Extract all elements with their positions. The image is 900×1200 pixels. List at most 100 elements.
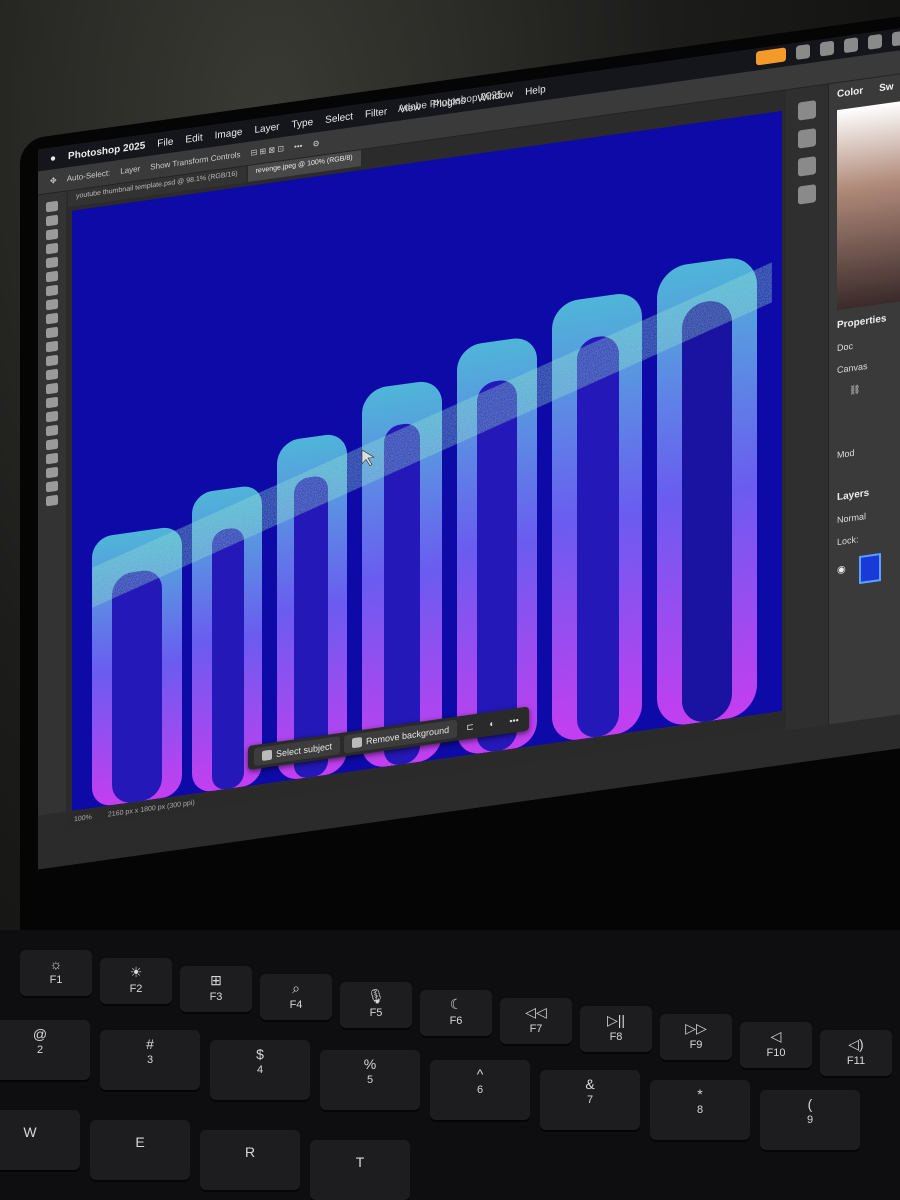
opera-icon[interactable] bbox=[532, 841, 560, 870]
settings-gear-icon[interactable]: ⚙ bbox=[312, 139, 319, 149]
key-num-7[interactable]: & 7 bbox=[540, 1070, 640, 1130]
menu-select[interactable]: Select bbox=[325, 111, 353, 126]
key-fn-6-top: ☾ bbox=[449, 996, 463, 1012]
adjustments-icon[interactable] bbox=[798, 184, 816, 205]
system-settings-icon[interactable] bbox=[396, 860, 424, 870]
files-icon[interactable] bbox=[777, 806, 805, 839]
shape-tool-icon[interactable] bbox=[46, 452, 58, 465]
key-t[interactable]: T bbox=[310, 1140, 410, 1200]
comments-icon[interactable] bbox=[798, 128, 816, 149]
key-fn-2-label: F2 bbox=[129, 983, 143, 995]
more-options-icon[interactable]: ••• bbox=[294, 141, 302, 151]
path-select-icon[interactable] bbox=[46, 438, 58, 451]
apple-icon[interactable]: ● bbox=[50, 152, 56, 164]
zoom-tool-icon[interactable] bbox=[46, 480, 58, 493]
key-num-2[interactable]: @2 bbox=[0, 1020, 90, 1080]
align-icons[interactable]: ⊟ ⊞ ⊠ ⊡ bbox=[251, 144, 284, 158]
brushes-icon[interactable] bbox=[798, 156, 816, 177]
history-brush-icon[interactable] bbox=[46, 340, 58, 353]
app-store-icon[interactable] bbox=[362, 864, 390, 870]
key-fn-2[interactable]: ☀ F2 bbox=[100, 958, 172, 1004]
tab-swatches[interactable]: Sw bbox=[871, 74, 900, 101]
logic-icon[interactable] bbox=[743, 811, 771, 844]
key-num-5-label: 5 bbox=[366, 1074, 374, 1086]
key-num-6[interactable]: ^ 6 bbox=[430, 1060, 530, 1120]
more-options-button[interactable]: ••• bbox=[505, 710, 523, 731]
menu-type[interactable]: Type bbox=[291, 116, 313, 130]
eraser-tool-icon[interactable] bbox=[46, 354, 58, 367]
history-icon[interactable] bbox=[798, 100, 816, 121]
key-num-2-label: 2 bbox=[36, 1044, 44, 1056]
trash-icon[interactable] bbox=[811, 801, 839, 834]
key-w[interactable]: W bbox=[0, 1110, 80, 1170]
pen-tool-icon[interactable] bbox=[46, 410, 58, 423]
key-fn-7[interactable]: ◁◁ F7 bbox=[500, 998, 572, 1044]
focus-moon-icon[interactable] bbox=[844, 37, 858, 54]
key-num-5[interactable]: % 5 bbox=[320, 1050, 420, 1110]
keyboard: ☼ F1 ☀ F2 ⊞ F3 ⌕ F4 🎙 F5 ☾ F6 ◁◁ F7 ▷|| F8 ▷▷ F9 ◁ F10 ◁) F11… bbox=[0, 930, 900, 1200]
eyedropper-tool-icon[interactable] bbox=[46, 284, 58, 297]
bluetooth-icon[interactable] bbox=[820, 40, 834, 57]
zoom-level[interactable]: 100% bbox=[74, 813, 92, 823]
obs-icon[interactable] bbox=[498, 845, 526, 870]
key-fn-1[interactable]: ☼ F1 bbox=[20, 950, 92, 996]
adjustment-icon[interactable]: ◐ bbox=[483, 713, 501, 734]
key-fn-10[interactable]: ◁ F10 bbox=[740, 1022, 812, 1068]
layer-dropdown[interactable]: Layer bbox=[120, 164, 140, 176]
screen-record-icon[interactable] bbox=[796, 43, 810, 60]
quick-select-tool-icon[interactable] bbox=[46, 242, 58, 255]
battery-icon[interactable] bbox=[868, 33, 882, 50]
color-swatches-icon[interactable] bbox=[46, 494, 58, 507]
gradient-tool-icon[interactable] bbox=[46, 368, 58, 381]
fl-studio-icon[interactable] bbox=[600, 831, 628, 864]
menu-edit[interactable]: Edit bbox=[185, 132, 202, 145]
key-num-4[interactable]: $4 bbox=[210, 1040, 310, 1100]
key-fn-11-top: ◁) bbox=[848, 1036, 864, 1052]
spotify-icon[interactable] bbox=[430, 855, 458, 870]
key-fn-9[interactable]: ▷▷ F9 bbox=[660, 1014, 732, 1060]
menu-image[interactable]: Image bbox=[215, 126, 243, 141]
key-fn-4[interactable]: ⌕ F4 bbox=[260, 974, 332, 1020]
key-fn-8[interactable]: ▷|| F8 bbox=[580, 1006, 652, 1052]
creative-cloud-icon[interactable] bbox=[464, 850, 492, 870]
hand-tool-icon[interactable] bbox=[46, 466, 58, 479]
move-tool-icon[interactable] bbox=[46, 200, 58, 213]
photoshop-icon[interactable]: Ps bbox=[634, 826, 662, 859]
microphone-icon[interactable] bbox=[756, 47, 786, 66]
marquee-tool-icon[interactable] bbox=[46, 214, 58, 227]
color-picker-field[interactable] bbox=[837, 100, 900, 311]
crop-icon[interactable]: ⊏ bbox=[461, 716, 479, 737]
move-tool-icon[interactable]: ✥ bbox=[50, 176, 57, 186]
dodge-tool-icon[interactable] bbox=[46, 396, 58, 409]
key-num-3[interactable]: #3 bbox=[100, 1030, 200, 1090]
menu-filter[interactable]: Filter bbox=[365, 106, 387, 120]
menu-file[interactable]: File bbox=[157, 136, 173, 149]
wifi-icon[interactable] bbox=[892, 30, 900, 47]
discord-icon[interactable] bbox=[566, 836, 594, 869]
type-tool-icon[interactable] bbox=[46, 424, 58, 437]
eye-icon[interactable]: ◉ bbox=[837, 564, 846, 576]
menu-layer[interactable]: Layer bbox=[254, 121, 279, 136]
music-icon[interactable] bbox=[709, 816, 737, 849]
key-fn-5[interactable]: 🎙 F5 bbox=[340, 982, 412, 1028]
key-num-8[interactable]: * 8 bbox=[650, 1080, 750, 1140]
brush-tool-icon[interactable] bbox=[46, 312, 58, 325]
davinci-resolve-icon[interactable] bbox=[668, 821, 696, 854]
healing-tool-icon[interactable] bbox=[46, 298, 58, 311]
lasso-tool-icon[interactable] bbox=[46, 228, 58, 241]
frame-tool-icon[interactable] bbox=[46, 270, 58, 283]
key-fn-11[interactable]: ◁) F11 bbox=[820, 1030, 892, 1076]
document-canvas[interactable] bbox=[72, 110, 782, 811]
key-fn-4-top: ⌕ bbox=[292, 980, 300, 996]
key-fn-3[interactable]: ⊞ F3 bbox=[180, 966, 252, 1012]
blur-tool-icon[interactable] bbox=[46, 382, 58, 395]
key-fn-6[interactable]: ☾ F6 bbox=[420, 990, 492, 1036]
auto-select-checkbox[interactable]: Auto-Select: bbox=[67, 168, 111, 183]
tab-color[interactable]: Color bbox=[829, 78, 871, 107]
crop-tool-icon[interactable] bbox=[46, 256, 58, 269]
key-r[interactable]: R bbox=[200, 1130, 300, 1190]
menu-help[interactable]: Help bbox=[525, 84, 546, 98]
key-e[interactable]: E bbox=[90, 1120, 190, 1180]
stamp-tool-icon[interactable] bbox=[46, 326, 58, 339]
key-num-9[interactable]: (9 bbox=[760, 1090, 860, 1150]
